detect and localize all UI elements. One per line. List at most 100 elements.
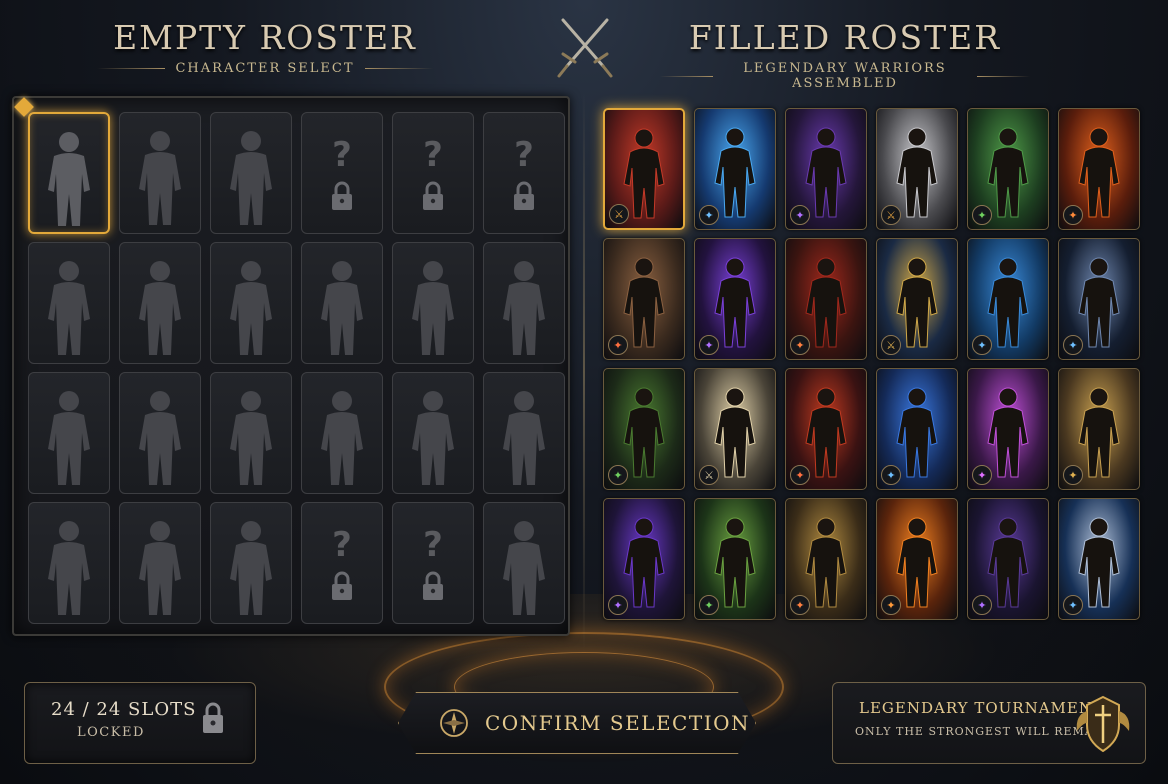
character-portrait xyxy=(805,387,847,478)
character-card[interactable]: ✦ xyxy=(785,498,867,620)
character-portrait xyxy=(623,257,665,348)
compass-emblem-icon xyxy=(439,708,469,738)
question-mark-icon: ? xyxy=(514,135,534,175)
confirm-selection-button[interactable]: CONFIRM SELECTION xyxy=(398,692,756,754)
character-silhouette-icon xyxy=(48,521,90,615)
crystal-class-icon: ✦ xyxy=(1063,465,1083,485)
crystal-class-icon: ✦ xyxy=(790,465,810,485)
locked-roster-slot[interactable]: ? xyxy=(301,112,383,234)
character-silhouette-icon xyxy=(412,391,454,485)
empty-roster-slot[interactable] xyxy=(210,112,292,234)
empty-roster-slot[interactable] xyxy=(119,112,201,234)
character-card[interactable]: ✦ xyxy=(967,108,1049,230)
crystal-class-icon: ✦ xyxy=(790,335,810,355)
character-card[interactable]: ⚔ xyxy=(876,108,958,230)
crystal-class-icon: ✦ xyxy=(1063,205,1083,225)
empty-roster-slot[interactable] xyxy=(483,502,565,624)
question-mark-icon: ? xyxy=(332,525,352,565)
empty-roster-slot[interactable] xyxy=(210,372,292,494)
empty-roster-slot[interactable] xyxy=(392,242,474,364)
character-card[interactable]: ⚔ xyxy=(603,108,685,230)
empty-roster-slot[interactable] xyxy=(28,372,110,494)
crystal-class-icon: ✦ xyxy=(699,205,719,225)
padlock-icon xyxy=(203,702,223,733)
crystal-class-icon: ✦ xyxy=(699,595,719,615)
padlock-icon xyxy=(332,181,352,210)
empty-roster-slot[interactable] xyxy=(483,242,565,364)
crystal-class-icon: ✦ xyxy=(608,595,628,615)
character-card[interactable]: ✦ xyxy=(785,238,867,360)
character-portrait xyxy=(1078,517,1120,608)
winged-crest-icon xyxy=(1076,695,1130,753)
character-card[interactable]: ⚔ xyxy=(694,368,776,490)
character-portrait xyxy=(896,387,938,478)
empty-roster-slot[interactable] xyxy=(119,242,201,364)
character-card[interactable]: ⚔ xyxy=(876,238,958,360)
sword-class-icon: ⚔ xyxy=(699,465,719,485)
character-card[interactable]: ✦ xyxy=(603,498,685,620)
empty-roster-slot[interactable] xyxy=(301,242,383,364)
filled-roster-title: FILLED ROSTER xyxy=(688,18,1002,57)
character-card[interactable]: ✦ xyxy=(785,108,867,230)
padlock-icon xyxy=(423,181,443,210)
empty-roster-slot[interactable] xyxy=(483,372,565,494)
crystal-class-icon: ✦ xyxy=(972,335,992,355)
character-card[interactable]: ✦ xyxy=(603,238,685,360)
confirm-selection-label: CONFIRM SELECTION xyxy=(485,711,750,735)
empty-roster-slot[interactable] xyxy=(28,242,110,364)
character-card[interactable]: ✦ xyxy=(1058,368,1140,490)
character-card[interactable]: ✦ xyxy=(694,498,776,620)
empty-roster-slot[interactable] xyxy=(28,502,110,624)
character-portrait xyxy=(896,517,938,608)
padlock-icon xyxy=(514,181,534,210)
empty-roster-slot[interactable] xyxy=(210,502,292,624)
character-silhouette-icon xyxy=(139,521,181,615)
character-card[interactable]: ✦ xyxy=(1058,498,1140,620)
character-silhouette-icon xyxy=(503,261,545,355)
empty-roster-slot[interactable] xyxy=(210,242,292,364)
character-card[interactable]: ✦ xyxy=(1058,238,1140,360)
character-portrait xyxy=(896,127,938,218)
character-card[interactable]: ✦ xyxy=(694,108,776,230)
character-card[interactable]: ✦ xyxy=(694,238,776,360)
character-card[interactable]: ✦ xyxy=(967,368,1049,490)
character-silhouette-icon xyxy=(412,261,454,355)
locked-roster-slot[interactable]: ? xyxy=(301,502,383,624)
character-card[interactable]: ✦ xyxy=(603,368,685,490)
character-portrait xyxy=(805,127,847,218)
character-portrait xyxy=(1078,127,1120,218)
character-card[interactable]: ✦ xyxy=(785,368,867,490)
locked-roster-slot[interactable]: ? xyxy=(392,502,474,624)
character-portrait xyxy=(987,387,1029,478)
ornament-rule xyxy=(364,68,433,69)
locked-roster-slot[interactable]: ? xyxy=(392,112,474,234)
empty-roster-slot[interactable] xyxy=(28,112,110,234)
character-portrait xyxy=(1078,257,1120,348)
character-silhouette-icon xyxy=(230,131,272,225)
character-portrait xyxy=(1078,387,1120,478)
character-portrait xyxy=(987,517,1029,608)
character-silhouette-icon xyxy=(139,261,181,355)
left-header: EMPTY ROSTER CHARACTER SELECT xyxy=(60,18,470,76)
empty-roster-slot[interactable] xyxy=(392,372,474,494)
character-portrait xyxy=(623,517,665,608)
sword-class-icon: ⚔ xyxy=(609,204,629,224)
character-card[interactable]: ✦ xyxy=(967,238,1049,360)
tournament-subtitle: ONLY THE STRONGEST WILL REMAIN xyxy=(855,725,1110,738)
empty-roster-slot[interactable] xyxy=(119,372,201,494)
locked-roster-slot[interactable]: ? xyxy=(483,112,565,234)
empty-roster-slot[interactable] xyxy=(119,502,201,624)
padlock-icon xyxy=(332,571,352,600)
crystal-class-icon: ✦ xyxy=(881,595,901,615)
filled-roster-grid: ⚔ ✦ ✦ ⚔ ✦ ✦ ✦ ✦ ✦ ⚔ ✦ ✦ ✦ ⚔ ✦ ✦ ✦ ✦ ✦ ✦ ✦ ✦ ✦ ✦ xyxy=(603,108,1140,620)
question-mark-icon: ? xyxy=(423,525,443,565)
character-card[interactable]: ✦ xyxy=(1058,108,1140,230)
ornament-rule xyxy=(97,68,166,69)
filled-roster-subtitle: LEGENDARY WARRIORS ASSEMBLED xyxy=(743,61,947,91)
ornament-rule xyxy=(660,75,713,77)
character-card[interactable]: ✦ xyxy=(967,498,1049,620)
character-silhouette-icon xyxy=(321,391,363,485)
character-card[interactable]: ✦ xyxy=(876,368,958,490)
character-card[interactable]: ✦ xyxy=(876,498,958,620)
empty-roster-slot[interactable] xyxy=(301,372,383,494)
